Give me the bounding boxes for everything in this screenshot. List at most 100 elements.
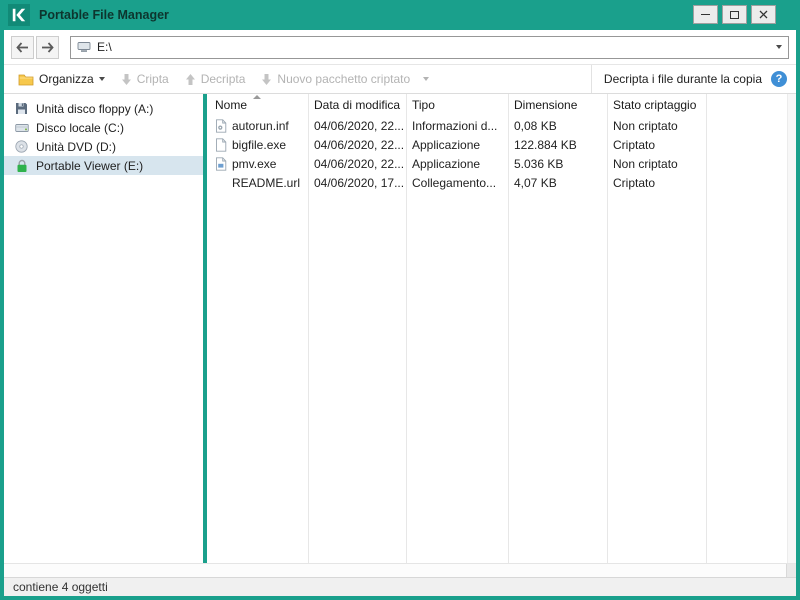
chevron-down-icon xyxy=(99,77,105,81)
close-button[interactable] xyxy=(751,5,776,24)
folder-icon xyxy=(18,73,34,86)
file-name: pmv.exe xyxy=(232,157,276,171)
help-icon[interactable]: ? xyxy=(771,71,787,87)
config-file-icon xyxy=(214,119,227,133)
sidebar-item-portable-viewer-e[interactable]: Portable Viewer (E:) xyxy=(4,156,203,175)
chevron-down-icon xyxy=(423,77,429,81)
back-arrow-icon xyxy=(16,42,29,53)
column-header-nome[interactable]: Nome xyxy=(207,98,308,112)
file-modified: 04/06/2020, 22... xyxy=(308,157,406,171)
column-header-tipo[interactable]: Tipo xyxy=(406,98,508,112)
content-area: Unità disco floppy (A:) Disco locale (C:… xyxy=(4,94,796,563)
chevron-down-icon[interactable] xyxy=(776,45,782,49)
column-separator xyxy=(607,94,608,563)
file-type: Applicazione xyxy=(406,138,508,152)
column-separator xyxy=(406,94,407,563)
forward-arrow-icon xyxy=(41,42,54,53)
file-type: Applicazione xyxy=(406,157,508,171)
back-button[interactable] xyxy=(11,36,34,59)
application-icon xyxy=(214,157,227,171)
dvd-icon xyxy=(14,140,29,153)
file-type: Informazioni d... xyxy=(406,119,508,133)
file-type: Collegamento... xyxy=(406,176,508,190)
portable-file-manager-window: Portable File Manager E:\ xyxy=(0,0,800,600)
kaspersky-logo-icon xyxy=(8,4,30,26)
window-title: Portable File Manager xyxy=(39,8,169,22)
file-size: 122.884 KB xyxy=(508,138,607,152)
file-name-cell: autorun.inf xyxy=(207,119,308,133)
encrypt-arrow-down-icon xyxy=(121,73,132,86)
sort-ascending-icon xyxy=(253,95,261,99)
file-encryption-status: Criptato xyxy=(607,138,706,152)
file-name: README.url xyxy=(232,176,300,190)
drive-tree: Unità disco floppy (A:) Disco locale (C:… xyxy=(4,94,203,563)
maximize-icon xyxy=(730,11,739,19)
sidebar-item-floppy-a[interactable]: Unità disco floppy (A:) xyxy=(4,99,203,118)
decripta-label: Decripta xyxy=(201,72,246,86)
hdd-icon xyxy=(14,122,29,134)
minimize-icon xyxy=(701,14,710,15)
minimize-button[interactable] xyxy=(693,5,718,24)
maximize-button[interactable] xyxy=(722,5,747,24)
file-name: autorun.inf xyxy=(232,119,289,133)
file-name-cell: pmv.exe xyxy=(207,157,308,171)
decrypt-arrow-up-icon xyxy=(185,73,196,86)
drive-icon xyxy=(77,41,91,53)
file-modified: 04/06/2020, 17... xyxy=(308,176,406,190)
decripta-copia-label: Decripta i file durante la copia xyxy=(604,72,762,86)
cripta-button[interactable]: Cripta xyxy=(113,67,177,91)
column-separator xyxy=(308,94,309,563)
nuovo-pacchetto-label: Nuovo pacchetto criptato xyxy=(277,72,410,86)
nuovo-pacchetto-criptato-button[interactable]: Nuovo pacchetto criptato xyxy=(253,67,437,91)
navigation-bar: E:\ xyxy=(4,30,796,64)
file-row-pmv-exe[interactable]: pmv.exe 04/06/2020, 22... Applicazione 5… xyxy=(207,154,796,173)
toolbar: Organizza Cripta Decripta Nuovo pacchett… xyxy=(4,64,796,94)
file-icon xyxy=(214,138,227,152)
column-separator xyxy=(706,94,707,563)
column-header-dimensione[interactable]: Dimensione xyxy=(508,98,607,112)
file-encryption-status: Non criptato xyxy=(607,157,706,171)
file-size: 0,08 KB xyxy=(508,119,607,133)
scrollbar-corner xyxy=(786,564,796,577)
file-name: bigfile.exe xyxy=(232,138,286,152)
close-icon xyxy=(759,10,768,19)
column-header-data-di-modifica[interactable]: Data di modifica xyxy=(308,98,406,112)
file-row-autorun-inf[interactable]: autorun.inf 04/06/2020, 22... Informazio… xyxy=(207,116,796,135)
column-separator xyxy=(508,94,509,563)
file-name-cell: bigfile.exe xyxy=(207,138,308,152)
file-name-cell: README.url xyxy=(207,176,308,190)
decripta-button[interactable]: Decripta xyxy=(177,67,254,91)
file-encryption-status: Criptato xyxy=(607,176,706,190)
address-text: E:\ xyxy=(97,40,112,54)
drive-label: Unità DVD (D:) xyxy=(36,140,116,154)
drive-label: Unità disco floppy (A:) xyxy=(36,102,153,116)
file-row-bigfile-exe[interactable]: bigfile.exe 04/06/2020, 22... Applicazio… xyxy=(207,135,796,154)
status-text: contiene 4 oggetti xyxy=(13,580,108,594)
file-encryption-status: Non criptato xyxy=(607,119,706,133)
forward-button[interactable] xyxy=(36,36,59,59)
toolbar-right-group: Decripta i file durante la copia ? xyxy=(591,65,790,93)
lock-icon xyxy=(14,159,29,173)
address-bar[interactable]: E:\ xyxy=(70,36,789,59)
cripta-label: Cripta xyxy=(137,72,169,86)
file-row-readme-url[interactable]: README.url 04/06/2020, 17... Collegament… xyxy=(207,173,796,192)
titlebar[interactable]: Portable File Manager xyxy=(0,0,800,30)
filelist-header: Nome Data di modifica Tipo Dimensione St… xyxy=(207,94,796,116)
sidebar-item-local-c[interactable]: Disco locale (C:) xyxy=(4,118,203,137)
floppy-icon xyxy=(14,102,29,115)
file-modified: 04/06/2020, 22... xyxy=(308,138,406,152)
vertical-scrollbar[interactable] xyxy=(787,94,796,563)
organizza-label: Organizza xyxy=(39,72,94,86)
organizza-button[interactable]: Organizza xyxy=(10,67,113,91)
horizontal-scrollbar[interactable] xyxy=(4,563,796,577)
file-modified: 04/06/2020, 22... xyxy=(308,119,406,133)
package-arrow-down-icon xyxy=(261,73,272,86)
window-body: E:\ Organizza Cripta Decripta Nuo xyxy=(4,30,796,596)
file-size: 5.036 KB xyxy=(508,157,607,171)
drive-label: Portable Viewer (E:) xyxy=(36,159,143,173)
sidebar-item-dvd-d[interactable]: Unità DVD (D:) xyxy=(4,137,203,156)
column-header-stato-criptaggio[interactable]: Stato criptaggio xyxy=(607,98,706,112)
file-list: Nome Data di modifica Tipo Dimensione St… xyxy=(207,94,796,563)
file-size: 4,07 KB xyxy=(508,176,607,190)
drive-label: Disco locale (C:) xyxy=(36,121,124,135)
